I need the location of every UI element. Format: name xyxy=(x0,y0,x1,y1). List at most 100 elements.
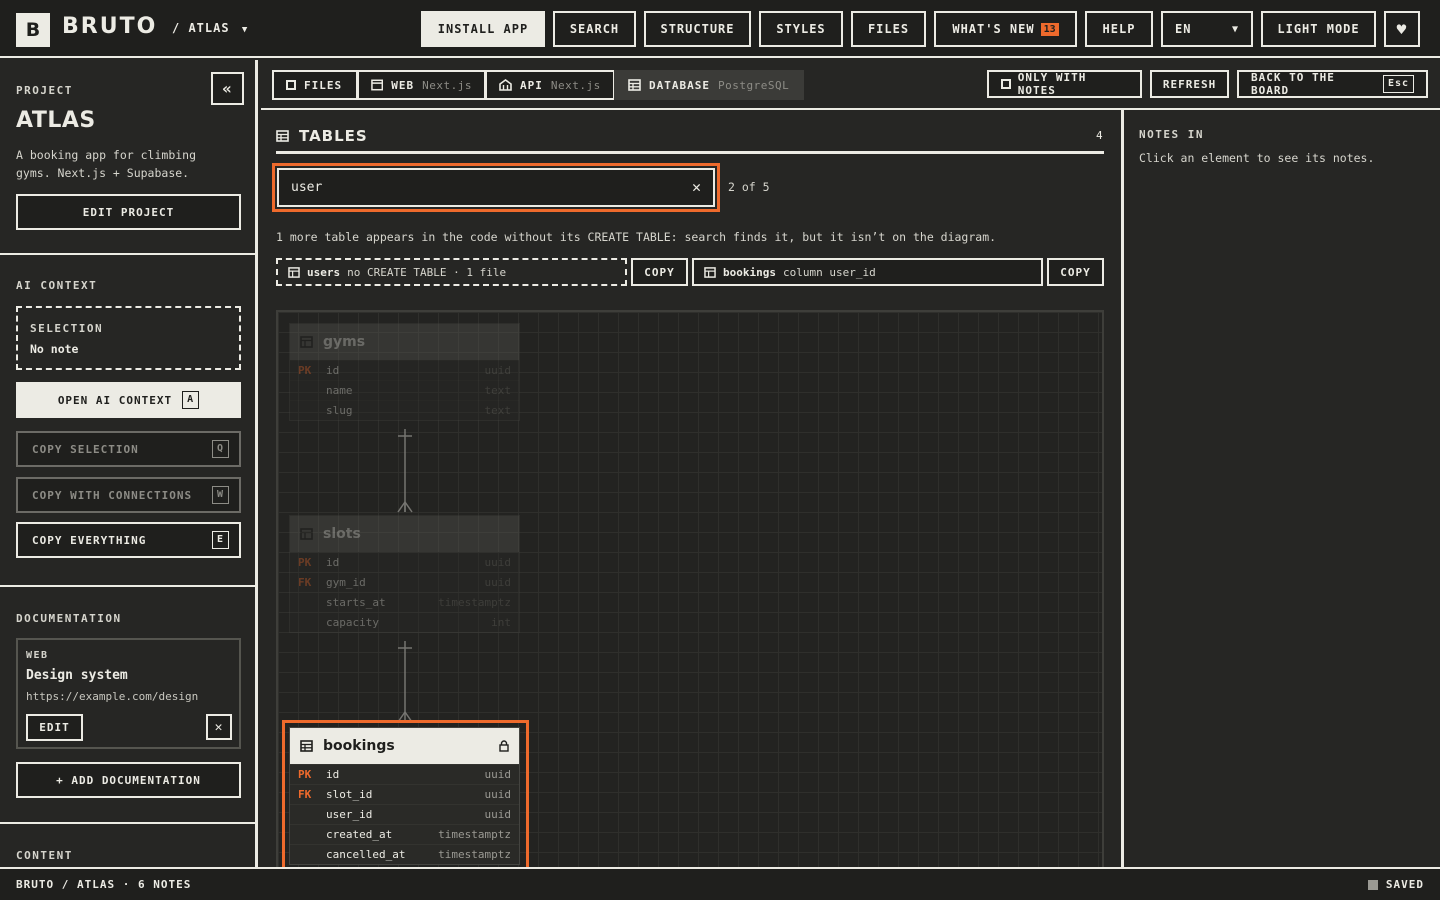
table-name: slots xyxy=(323,526,361,542)
support-button[interactable]: ♥ xyxy=(1384,11,1420,47)
doc-kind: WEB xyxy=(26,650,49,661)
table-row: PK id uuid xyxy=(290,360,519,380)
table-icon xyxy=(276,130,289,142)
table-card-slots[interactable]: slots PK id uuid FK gym_id uuid starts_at tim… xyxy=(289,515,520,633)
table-row: PK id uuid xyxy=(290,764,519,784)
add-documentation-button[interactable]: + ADD DOCUMENTATION xyxy=(16,762,241,798)
lock-icon xyxy=(499,740,509,752)
tab-database[interactable]: DATABASE PostgreSQL xyxy=(614,70,804,100)
divider xyxy=(0,253,255,255)
table-row: PK id uuid xyxy=(290,552,519,572)
only-with-notes-toggle[interactable]: ONLY WITH NOTES xyxy=(987,70,1142,98)
tab-api[interactable]: API Next.js xyxy=(485,70,615,100)
table-name: bookings xyxy=(323,738,395,754)
table-icon xyxy=(300,740,313,752)
language-value: EN xyxy=(1175,22,1192,36)
table-row: name text xyxy=(290,380,519,400)
styles-button[interactable]: STYLES xyxy=(759,11,843,47)
edit-project-button[interactable]: EDIT PROJECT xyxy=(16,194,241,230)
table-icon xyxy=(300,336,313,348)
table-icon xyxy=(704,266,716,278)
table-row: FK slot_id uuid xyxy=(290,784,519,804)
help-button[interactable]: HELP xyxy=(1085,11,1153,47)
clear-search-icon[interactable]: ✕ xyxy=(692,178,701,196)
chip-detail: column user_id xyxy=(782,265,876,279)
shortcut-key: Q xyxy=(211,440,229,458)
footer-path: BRUTO / ATLAS · 6 NOTES xyxy=(16,878,192,891)
selection-box: SELECTION No note xyxy=(16,306,241,370)
table-row: FK gym_id uuid xyxy=(290,572,519,592)
tab-web[interactable]: WEB Next.js xyxy=(357,70,486,100)
double-chevron-left-icon: « xyxy=(222,79,233,98)
table-card-bookings[interactable]: bookings PK id uuid FK slot_id uuid user_id u… xyxy=(289,727,520,865)
divider xyxy=(0,585,255,587)
tables-count: 4 xyxy=(1096,129,1103,142)
notes-pane: NOTES IN Click an element to see its not… xyxy=(1121,110,1440,867)
table-row: capacity int xyxy=(290,612,519,632)
save-status: SAVED xyxy=(1367,878,1424,891)
remove-doc-button[interactable]: ✕ xyxy=(206,714,232,740)
square-icon xyxy=(286,80,296,90)
shortcut-key: A xyxy=(182,391,200,409)
copy-chip-button[interactable]: COPY xyxy=(1047,258,1104,286)
shortcut-key: W xyxy=(211,486,229,504)
doc-title: Design system xyxy=(26,668,128,683)
table-icon xyxy=(300,528,313,540)
project-name: ATLAS xyxy=(16,108,96,133)
documentation-label: DOCUMENTATION xyxy=(16,612,122,625)
edit-doc-button[interactable]: EDIT xyxy=(26,714,83,741)
shortcut-key: E xyxy=(211,531,229,549)
table-header: slots xyxy=(290,516,519,552)
table-header: gyms xyxy=(290,324,519,360)
whats-new-button[interactable]: WHAT'S NEW 13 xyxy=(934,11,1077,47)
chevron-down-icon: ▼ xyxy=(241,25,249,35)
search-button[interactable]: SEARCH xyxy=(553,11,636,47)
selection-label: SELECTION xyxy=(30,322,104,335)
refresh-button[interactable]: REFRESH xyxy=(1150,70,1229,98)
tab-files[interactable]: FILES xyxy=(272,70,358,100)
saved-indicator-icon xyxy=(1367,879,1378,890)
back-to-board-button[interactable]: BACK TO THE BOARD Esc xyxy=(1237,70,1428,98)
copy-with-connections-button[interactable]: COPY WITH CONNECTIONS W xyxy=(16,477,241,513)
heart-icon: ♥ xyxy=(1396,19,1408,39)
project-description: A booking app for climbing gyms. Next.js… xyxy=(16,148,197,180)
chip-detail: no CREATE TABLE · 1 file xyxy=(347,265,507,279)
server-building-icon xyxy=(499,79,512,91)
copy-everything-button[interactable]: COPY EVERYTHING E xyxy=(16,522,241,558)
install-app-button[interactable]: INSTALL APP xyxy=(421,11,545,47)
project-switcher[interactable]: / ATLAS ▼ xyxy=(172,21,248,35)
table-row: cancelled_at timestamptz xyxy=(290,844,519,864)
ai-context-label: AI CONTEXT xyxy=(16,279,98,292)
table-header: bookings xyxy=(290,728,519,764)
copy-chip-button[interactable]: COPY xyxy=(631,258,688,286)
match-count: 2 of 5 xyxy=(728,180,770,194)
light-mode-button[interactable]: LIGHT MODE xyxy=(1261,11,1376,47)
search-focus-ring: user ✕ xyxy=(272,163,720,212)
files-button[interactable]: FILES xyxy=(851,11,926,47)
copy-selection-button[interactable]: COPY SELECTION Q xyxy=(16,431,241,467)
language-select[interactable]: EN ▼ xyxy=(1161,11,1253,47)
table-card-gyms[interactable]: gyms PK id uuid name text slug text xyxy=(289,323,520,421)
er-diagram-canvas[interactable]: gyms PK id uuid name text slug text slots PK… xyxy=(276,310,1104,870)
tables-title: TABLES xyxy=(299,127,368,145)
close-icon: ✕ xyxy=(214,719,224,735)
project-crumb: / ATLAS xyxy=(172,21,230,35)
logo[interactable]: B xyxy=(16,13,50,47)
divider xyxy=(0,822,255,824)
checkbox-icon xyxy=(1001,79,1011,89)
doc-card: WEB Design system https://example.com/de… xyxy=(16,638,241,749)
doc-url[interactable]: https://example.com/design xyxy=(26,690,198,703)
selection-value: No note xyxy=(30,342,79,356)
collapse-sidebar-button[interactable]: « xyxy=(211,72,244,105)
missing-table-chip[interactable]: users no CREATE TABLE · 1 file xyxy=(276,258,627,286)
status-bar: BRUTO / ATLAS · 6 NOTES SAVED xyxy=(0,867,1440,900)
chip-table-name: users xyxy=(307,265,341,279)
open-ai-context-button[interactable]: OPEN AI CONTEXT A xyxy=(16,382,241,418)
brand-name[interactable]: BRUTO xyxy=(62,14,157,39)
table-row: created_at timestamptz xyxy=(290,824,519,844)
column-match-chip[interactable]: bookings column user_id xyxy=(692,258,1043,286)
top-bar: B BRUTO / ATLAS ▼ INSTALL APP SEARCH STR… xyxy=(0,0,1440,58)
caret-down-icon: ▼ xyxy=(1231,23,1239,35)
structure-button[interactable]: STRUCTURE xyxy=(644,11,751,47)
table-search-input[interactable]: user ✕ xyxy=(277,168,715,207)
